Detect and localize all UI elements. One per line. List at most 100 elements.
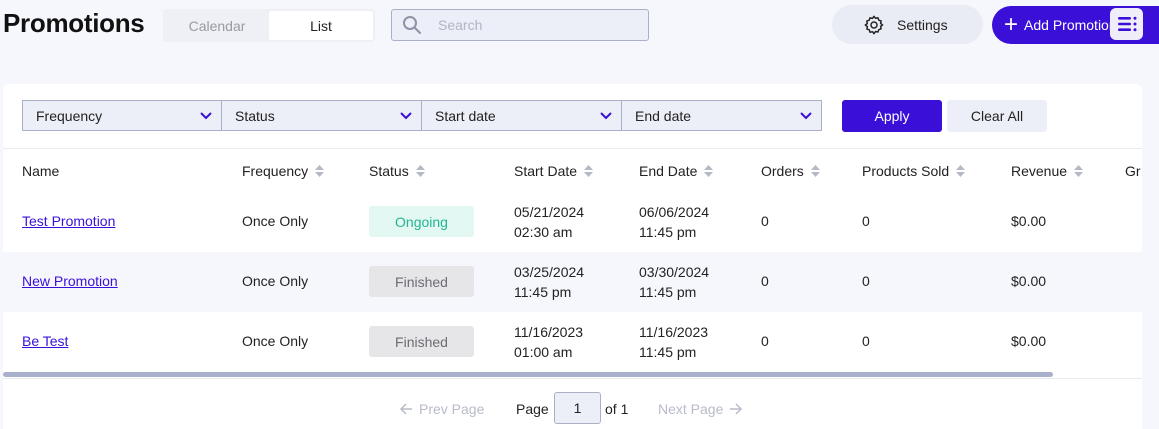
column-label: Gr — [1125, 163, 1141, 179]
revenue-cell: $0.00 — [1011, 273, 1047, 289]
next-page-button[interactable]: Next Page — [658, 401, 743, 417]
end-time: 11:45 pm — [639, 284, 697, 300]
start-date: 11/16/2023 — [514, 324, 584, 340]
column-header-end-date[interactable]: End Date — [639, 163, 714, 179]
prev-page-label: Prev Page — [419, 401, 485, 417]
products-sold-cell: 0 — [862, 213, 870, 229]
search-input[interactable] — [438, 17, 628, 33]
end-date-filter-label: End date — [635, 107, 692, 124]
revenue-cell: $0.00 — [1011, 213, 1047, 229]
promotion-name-link[interactable]: New Promotion — [22, 273, 118, 289]
tab-calendar[interactable]: Calendar — [165, 11, 269, 40]
start-date-filter-label: Start date — [435, 107, 496, 124]
plus-icon: + — [1004, 11, 1019, 38]
arrow-left-icon — [400, 403, 412, 415]
add-promotion-label: Add Promotion — [1024, 17, 1117, 33]
sort-icon — [584, 165, 594, 177]
sort-icon — [810, 165, 820, 177]
revenue-cell: $0.00 — [1011, 333, 1047, 349]
end-date-filter[interactable]: End date — [622, 100, 822, 131]
status-filter-label: Status — [235, 107, 275, 124]
arrow-right-icon — [730, 403, 743, 415]
apply-button[interactable]: Apply — [842, 100, 942, 132]
products-sold-cell: 0 — [862, 273, 870, 289]
status-badge: Ongoing — [369, 206, 474, 237]
chevron-down-icon — [600, 111, 612, 119]
column-header-gross[interactable]: Gr — [1125, 163, 1141, 179]
page-label: Page — [516, 401, 549, 417]
divider — [3, 378, 1142, 379]
chevron-down-icon — [200, 111, 212, 119]
start-date-filter[interactable]: Start date — [422, 100, 622, 131]
page-title: Promotions — [3, 8, 145, 38]
end-date-cell: 11/16/2023 11:45 pm — [639, 322, 708, 362]
gear-icon — [864, 15, 884, 34]
column-label: Name — [22, 163, 60, 179]
column-label: Orders — [761, 163, 804, 179]
start-time: 01:00 am — [514, 344, 573, 360]
start-date-cell: 05/21/2024 02:30 am — [514, 202, 584, 242]
column-header-status[interactable]: Status — [369, 163, 425, 179]
settings-button[interactable]: Settings — [832, 5, 983, 44]
page-total-label: of 1 — [605, 401, 629, 417]
start-date: 05/21/2024 — [514, 204, 585, 220]
promotions-panel: Frequency Status Start date End date App… — [3, 84, 1142, 429]
start-date: 03/25/2024 — [514, 264, 585, 280]
frequency-cell: Once Only — [242, 213, 309, 229]
column-label: Status — [369, 163, 409, 179]
view-toggle: Calendar List — [163, 9, 375, 42]
column-header-start-date[interactable]: Start Date — [514, 163, 594, 179]
column-label: Revenue — [1011, 163, 1068, 179]
filter-bar: Frequency Status Start date End date — [22, 100, 822, 131]
chevron-down-icon — [400, 111, 412, 119]
column-label: End Date — [639, 163, 698, 179]
end-time: 11:45 pm — [639, 344, 697, 360]
sort-icon — [315, 165, 325, 177]
page-header: Promotions Calendar List Settings + Add … — [0, 0, 1159, 50]
clear-all-button[interactable]: Clear All — [947, 100, 1047, 132]
start-date-cell: 11/16/2023 01:00 am — [514, 322, 583, 362]
horizontal-scrollbar[interactable] — [3, 372, 1053, 377]
column-header-frequency[interactable]: Frequency — [242, 163, 325, 179]
column-header-revenue[interactable]: Revenue — [1011, 163, 1084, 179]
status-badge: Finished — [369, 266, 474, 297]
end-date: 11/16/2023 — [639, 324, 709, 340]
status-filter[interactable]: Status — [222, 100, 422, 131]
end-date-cell: 06/06/2024 11:45 pm — [639, 202, 709, 242]
frequency-cell: Once Only — [242, 333, 309, 349]
search-icon — [403, 16, 421, 34]
column-label: Products Sold — [862, 163, 950, 179]
table-row: Test Promotion Once Only Ongoing 05/21/2… — [3, 192, 1142, 252]
table-header: Name Frequency Status Start Date End Dat… — [3, 149, 1142, 193]
products-sold-cell: 0 — [862, 333, 870, 349]
column-label: Frequency — [242, 163, 309, 179]
menu-icon[interactable] — [1110, 8, 1143, 40]
start-time: 11:45 pm — [514, 284, 572, 300]
end-time: 11:45 pm — [639, 224, 697, 240]
status-badge: Finished — [369, 326, 474, 357]
search-box[interactable] — [391, 9, 649, 41]
sort-icon — [704, 165, 714, 177]
column-label: Start Date — [514, 163, 578, 179]
column-header-products-sold[interactable]: Products Sold — [862, 163, 966, 179]
table-row: New Promotion Once Only Finished 03/25/2… — [3, 252, 1142, 312]
sort-icon — [415, 165, 425, 177]
frequency-filter-label: Frequency — [36, 107, 103, 124]
frequency-cell: Once Only — [242, 273, 309, 289]
orders-cell: 0 — [761, 333, 769, 349]
sort-icon — [956, 165, 966, 177]
page-number-input[interactable] — [554, 392, 601, 424]
frequency-filter[interactable]: Frequency — [22, 100, 222, 131]
orders-cell: 0 — [761, 273, 769, 289]
settings-label: Settings — [897, 16, 948, 33]
prev-page-button[interactable]: Prev Page — [400, 401, 484, 417]
tab-list[interactable]: List — [269, 11, 373, 40]
orders-cell: 0 — [761, 213, 769, 229]
end-date: 06/06/2024 — [639, 204, 710, 220]
next-page-label: Next Page — [658, 401, 724, 417]
promotion-name-link[interactable]: Be Test — [22, 333, 68, 349]
column-header-orders[interactable]: Orders — [761, 163, 820, 179]
promotion-name-link[interactable]: Test Promotion — [22, 213, 115, 229]
column-header-name[interactable]: Name — [22, 163, 59, 179]
end-date: 03/30/2024 — [639, 264, 710, 280]
